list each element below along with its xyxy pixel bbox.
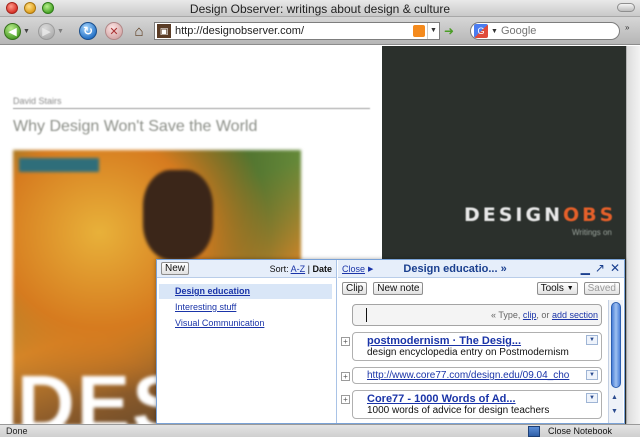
notebook-icon	[528, 425, 540, 437]
notebook-detail-pane: Close ▶ Design educatio... » ▁ ↗ ✕ Clip …	[338, 260, 624, 423]
note-url-link[interactable]: http://www.core77.com/design.edu/09.04_c…	[367, 370, 583, 381]
sort-az-link[interactable]: A-Z	[291, 264, 306, 274]
toolbar-overflow-icon[interactable]: »	[625, 23, 637, 39]
note-menu-dropdown-icon[interactable]: ▼	[586, 335, 598, 345]
go-arrow-icon[interactable]: ➜	[444, 25, 458, 37]
back-arrow-icon: ◀	[4, 22, 21, 40]
note-menu-dropdown-icon[interactable]: ▼	[586, 393, 598, 403]
tools-label: Tools	[540, 282, 564, 294]
minimize-icon[interactable]: ▁	[581, 262, 590, 275]
notes-scrollbar[interactable]: ▲ ▼	[608, 300, 623, 423]
search-input[interactable]	[500, 25, 591, 37]
back-button[interactable]: ◀ ▼	[4, 22, 30, 40]
note-item[interactable]: + postmodernism · The Desig... design en…	[341, 332, 602, 361]
browser-toolbar: ◀ ▼ ▶ ▼ ↻ ✕ ⌂ ▣ http://designobserver.co…	[0, 17, 640, 45]
note-description: design encyclopedia entry on Postmoderni…	[367, 347, 569, 358]
site-logo-right: OBS	[563, 204, 617, 226]
sort-label: Sort:	[269, 263, 289, 274]
back-history-dropdown-icon[interactable]: ▼	[23, 28, 30, 35]
close-notebook-button[interactable]: Close Notebook	[528, 425, 612, 437]
notebook-panel: New Sort: A-Z | Date Design education In…	[156, 259, 625, 424]
input-hint: « Type, clip, or add section	[491, 310, 598, 320]
note-item[interactable]: + http://www.core77.com/design.edu/09.04…	[341, 367, 602, 384]
hero-badge	[19, 158, 99, 172]
scroll-up-arrow-icon[interactable]: ▲	[611, 394, 618, 401]
add-section-link[interactable]: add section	[552, 310, 598, 320]
notebook-action-bar: Clip New note Tools ▼ Saved	[338, 278, 624, 298]
hero-figure	[143, 170, 213, 260]
clip-button[interactable]: Clip	[342, 281, 368, 295]
note-description: 1000 words of advice for design teachers	[367, 405, 550, 416]
note-item[interactable]: + Core77 - 1000 Words of Ad... 1000 word…	[341, 390, 602, 419]
forward-arrow-icon: ▶	[38, 22, 55, 40]
window-titlebar: Design Observer: writings about design &…	[0, 0, 640, 17]
stop-icon: ✕	[109, 25, 119, 38]
saved-button: Saved	[583, 281, 620, 295]
sort-controls: Sort: A-Z | Date	[270, 264, 332, 274]
site-logo-left: DESIGN	[464, 204, 564, 226]
forward-history-dropdown-icon[interactable]: ▼	[57, 28, 64, 35]
clip-hint-link[interactable]: clip	[523, 310, 537, 320]
close-notebook-link[interactable]: Close	[342, 264, 365, 274]
notebook-list-pane: New Sort: A-Z | Date Design education In…	[157, 260, 337, 423]
notebook-list: Design education Interesting stuff Visua…	[157, 278, 336, 331]
search-bar[interactable]: G ▼	[470, 22, 620, 40]
stop-button[interactable]: ✕	[105, 22, 123, 40]
note-menu-dropdown-icon[interactable]: ▼	[586, 370, 598, 380]
google-engine-icon[interactable]: G	[474, 24, 488, 38]
tools-menu-button[interactable]: Tools ▼	[536, 281, 578, 295]
chevron-down-icon: ▼	[566, 284, 574, 292]
collapse-arrow-icon[interactable]: ▶	[368, 265, 373, 273]
window-title: Design Observer: writings about design &…	[189, 2, 451, 16]
search-engine-dropdown-icon[interactable]: ▼	[491, 28, 498, 35]
expand-toggle-icon[interactable]: +	[341, 395, 350, 404]
notebook-item-design-education[interactable]: Design education	[159, 284, 332, 299]
site-favicon-icon: ▣	[157, 24, 171, 38]
notebook-item-interesting-stuff[interactable]: Interesting stuff	[159, 300, 332, 315]
expand-toggle-icon[interactable]: +	[341, 372, 350, 381]
notebook-title[interactable]: Design educatio... »	[403, 263, 506, 275]
notebook-notes: « Type, clip, or add section + postmoder…	[338, 300, 608, 423]
sort-date-label[interactable]: Date	[312, 264, 332, 274]
url-history-dropdown-icon[interactable]: ▼	[427, 23, 439, 39]
scrollbar-thumb[interactable]	[611, 302, 621, 388]
article-author[interactable]: David Stairs	[13, 96, 62, 106]
page-scrollbar[interactable]	[626, 46, 640, 425]
note-title-link[interactable]: Core77 - 1000 Words of Ad...	[367, 393, 583, 405]
address-url[interactable]: http://designobserver.com/	[175, 25, 413, 37]
notebook-window-controls: ▁ ↗ ✕	[581, 262, 620, 275]
new-notebook-button[interactable]: New	[161, 262, 190, 275]
reload-button[interactable]: ↻	[79, 22, 97, 40]
note-title-link[interactable]: postmodernism · The Desig...	[367, 335, 583, 347]
notebook-detail-header: Close ▶ Design educatio... » ▁ ↗ ✕	[338, 260, 624, 278]
close-icon[interactable]: ✕	[610, 262, 620, 275]
text-caret	[366, 308, 367, 322]
toolbar-toggle-button[interactable]	[617, 3, 635, 12]
home-icon: ⌂	[134, 22, 144, 40]
input-hint-or: , or	[536, 310, 550, 320]
new-note-input[interactable]: « Type, clip, or add section	[352, 304, 602, 326]
close-notebook-label: Close Notebook	[548, 426, 613, 436]
address-bar[interactable]: ▣ http://designobserver.com/ ▼	[154, 22, 440, 40]
new-note-button[interactable]: New note	[373, 281, 424, 295]
reload-icon: ↻	[82, 24, 94, 38]
site-logo[interactable]: DESIGNOBS	[464, 204, 616, 226]
home-button[interactable]: ⌂	[130, 22, 148, 40]
expand-toggle-icon[interactable]: +	[341, 337, 350, 346]
input-hint-prefix: « Type,	[491, 310, 521, 320]
article-title[interactable]: Why Design Won't Save the World	[13, 118, 257, 136]
sort-separator: |	[307, 263, 310, 274]
site-tagline: Writings on	[572, 228, 612, 237]
status-text: Done	[6, 426, 28, 436]
notebook-list-header: New Sort: A-Z | Date	[157, 260, 336, 278]
forward-button[interactable]: ▶ ▼	[38, 22, 64, 40]
divider	[13, 108, 370, 109]
scroll-down-arrow-icon[interactable]: ▼	[611, 408, 618, 415]
notebook-item-visual-communication[interactable]: Visual Communication	[159, 316, 332, 331]
status-bar: Done Close Notebook	[0, 424, 640, 437]
rss-feed-icon[interactable]	[413, 25, 425, 37]
expand-icon[interactable]: ↗	[595, 262, 605, 275]
